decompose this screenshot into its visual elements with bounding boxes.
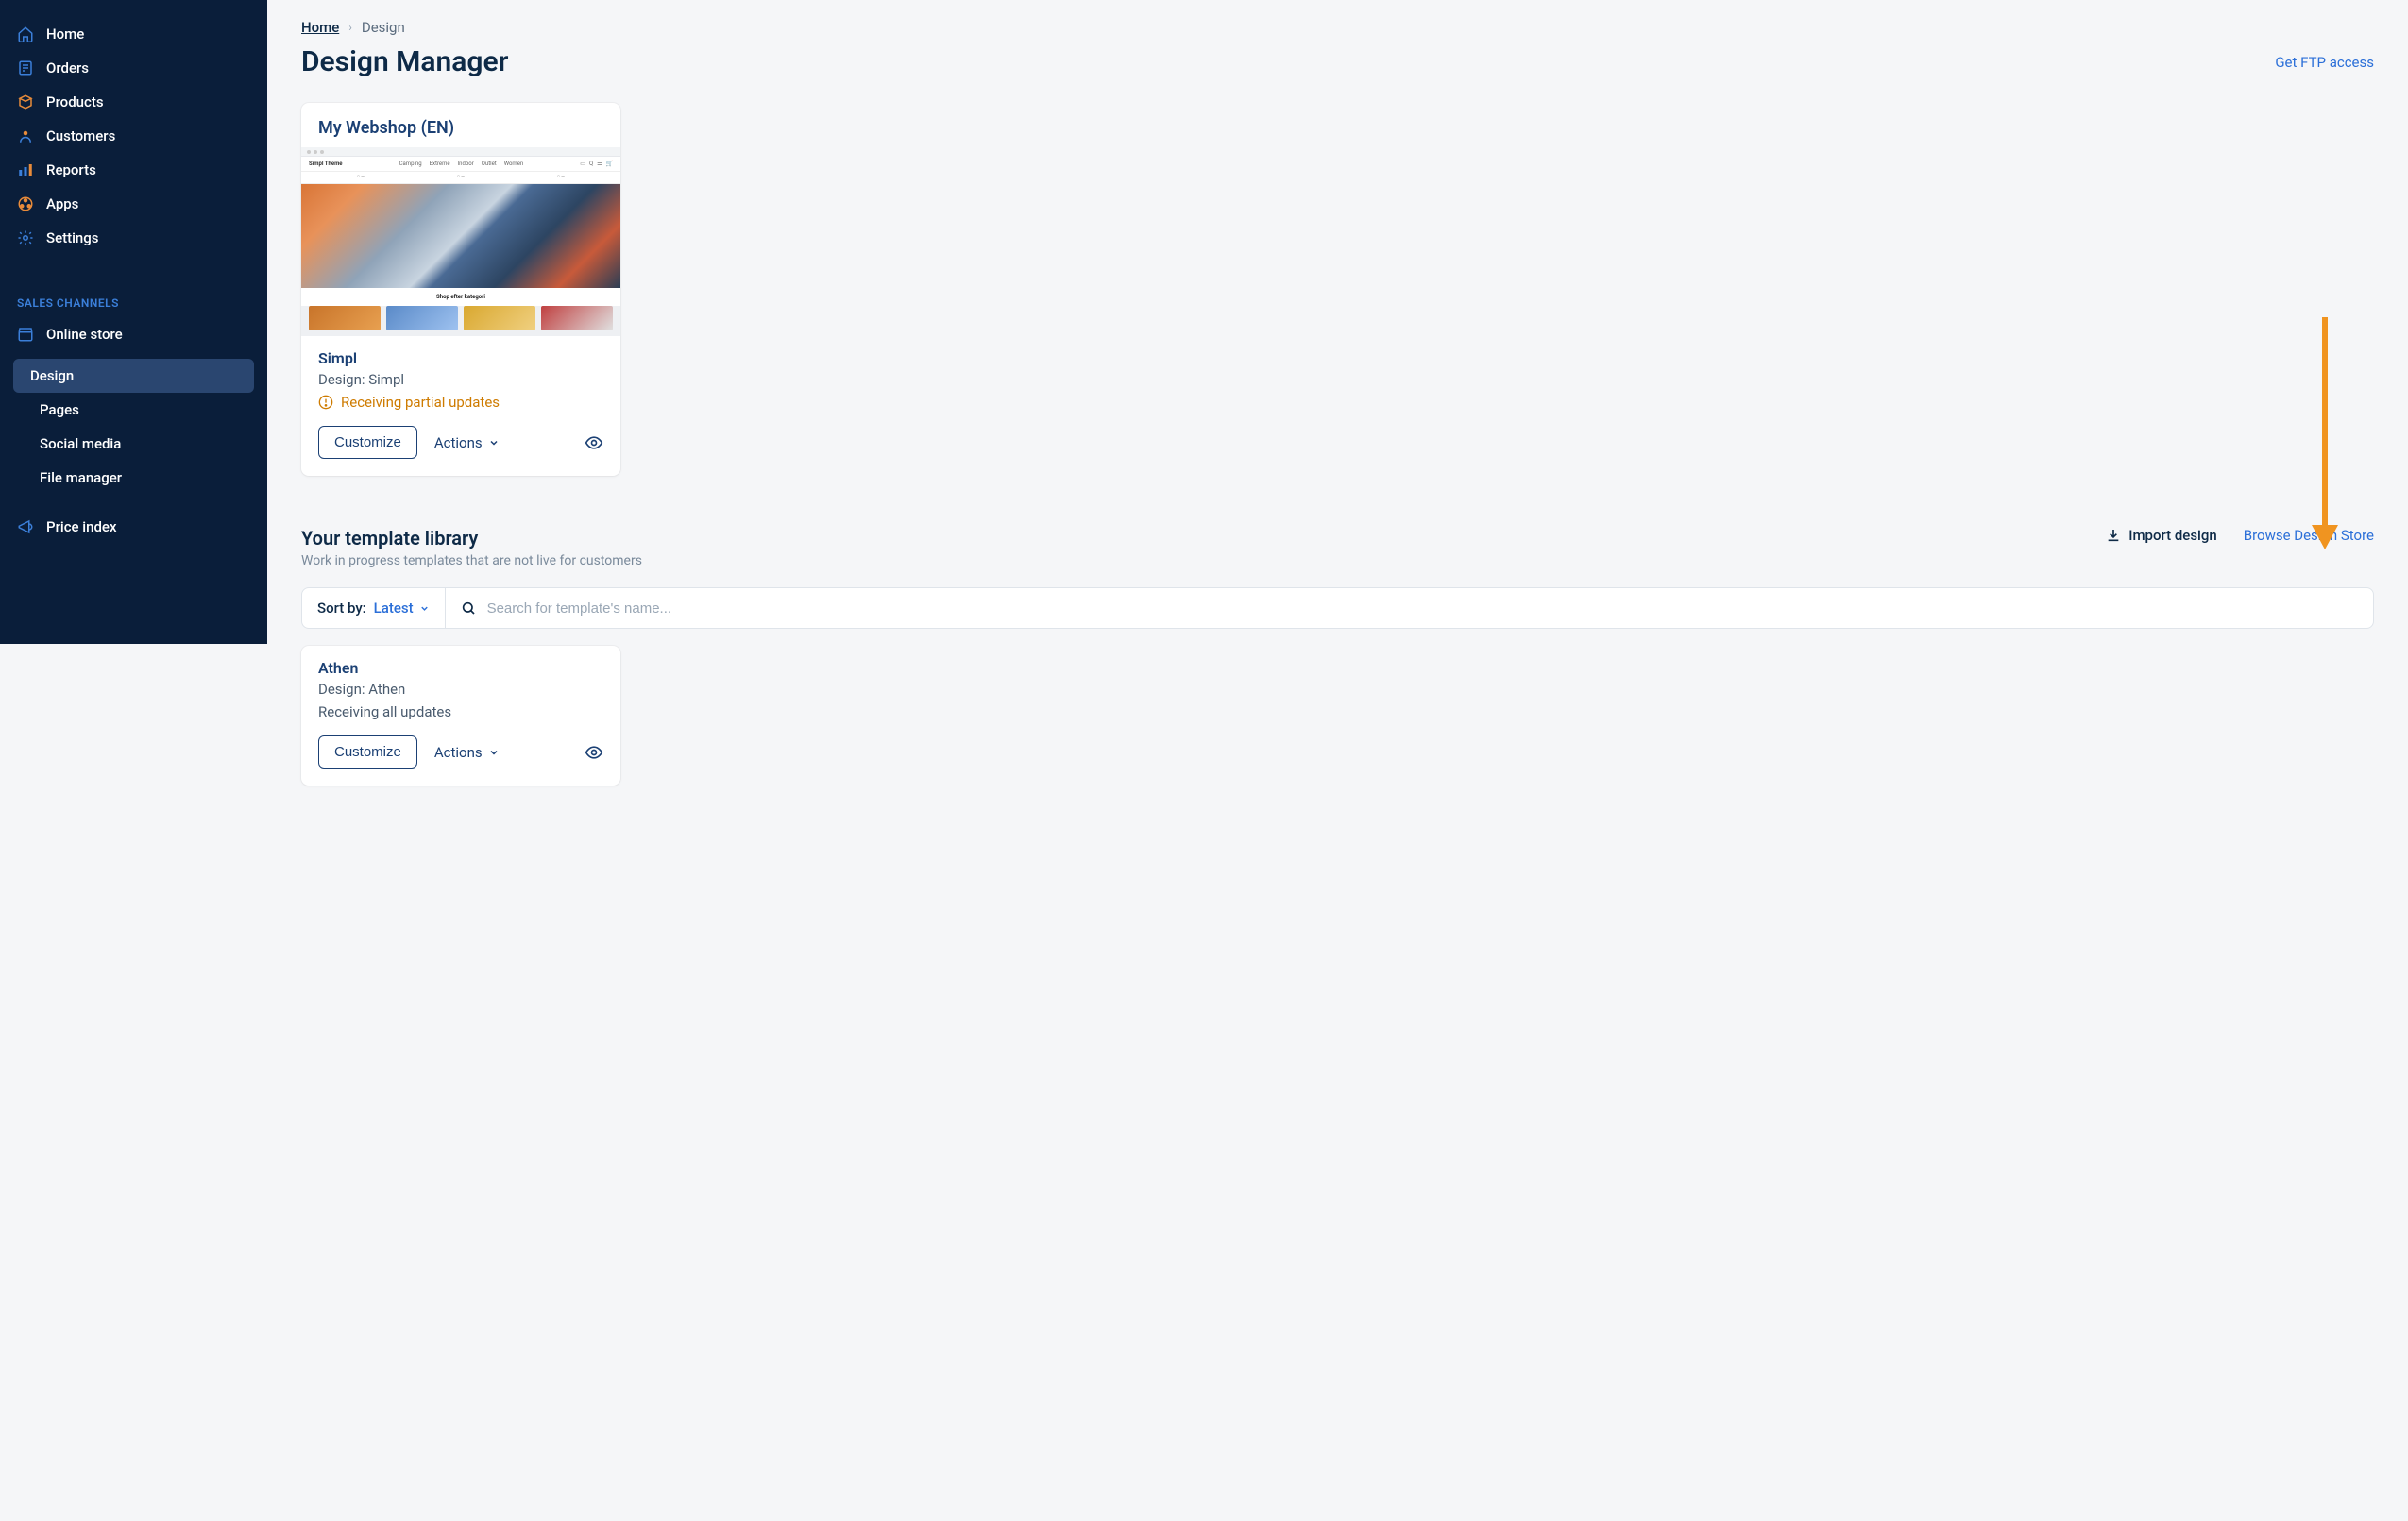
store-icon (17, 326, 34, 343)
breadcrumb-current: Design (362, 19, 405, 36)
sidebar-subitem-file-manager[interactable]: File manager (0, 461, 267, 495)
sidebar-subitem-social-media[interactable]: Social media (0, 427, 267, 461)
sidebar-item-label: Online store (46, 326, 123, 343)
sidebar-item-price-index[interactable]: Price index (0, 510, 267, 544)
filter-bar: Sort by: Latest (301, 587, 2374, 629)
shop-theme-name: Simpl (318, 349, 603, 367)
import-design-button[interactable]: Import design (2106, 527, 2217, 544)
shop-update-status: Receiving partial updates (318, 394, 603, 411)
shop-theme-card: My Webshop (EN) Simpl Theme Camping Extr… (301, 103, 620, 476)
customers-icon (17, 127, 34, 144)
sidebar-item-online-store[interactable]: Online store (0, 317, 267, 351)
sidebar-item-products[interactable]: Products (0, 85, 267, 119)
sidebar-item-orders[interactable]: Orders (0, 51, 267, 85)
orders-icon (17, 59, 34, 76)
products-icon (17, 93, 34, 110)
customize-button[interactable]: Customize (318, 735, 417, 769)
megaphone-icon (17, 518, 34, 535)
shop-design-line: Design: Simpl (318, 371, 603, 388)
sidebar-item-label: Settings (46, 229, 99, 246)
settings-icon (17, 229, 34, 246)
sort-label: Sort by: (317, 600, 366, 617)
chevron-down-icon (488, 747, 500, 758)
chevron-down-icon (419, 603, 430, 614)
template-theme-name: Athen (318, 659, 603, 677)
sidebar-item-label: File manager (40, 469, 122, 486)
sidebar-subitem-pages[interactable]: Pages (0, 393, 267, 427)
template-design-line: Design: Athen (318, 681, 603, 698)
preview-category-label: Shop efter kategori (301, 288, 620, 306)
sidebar-item-label: Reports (46, 161, 96, 178)
reports-icon (17, 161, 34, 178)
sidebar-item-apps[interactable]: Apps (0, 187, 267, 221)
annotation-arrow-icon (2312, 317, 2338, 549)
sidebar-item-label: Customers (46, 127, 115, 144)
sidebar-section-label: SALES CHANNELS (0, 278, 267, 317)
breadcrumb-home[interactable]: Home (301, 19, 339, 36)
warning-icon (318, 395, 333, 410)
sidebar-item-label: Price index (46, 518, 117, 535)
actions-dropdown[interactable]: Actions (434, 744, 500, 761)
preview-eye-icon[interactable] (585, 743, 603, 762)
sidebar: Home Orders Products Customers Reports A… (0, 0, 267, 644)
template-card: Athen Design: Athen Receiving all update… (301, 646, 620, 786)
chevron-right-icon: › (348, 21, 352, 34)
home-icon (17, 25, 34, 42)
search-icon (461, 600, 476, 616)
sidebar-item-home[interactable]: Home (0, 17, 267, 51)
sidebar-item-settings[interactable]: Settings (0, 221, 267, 255)
get-ftp-access-link[interactable]: Get FTP access (2275, 54, 2374, 71)
shop-card-title: My Webshop (EN) (301, 103, 620, 147)
sidebar-item-label: Apps (46, 195, 78, 212)
sidebar-item-label: Products (46, 93, 104, 110)
preview-brand: Simpl Theme (309, 161, 343, 167)
theme-preview-image: Simpl Theme Camping Extreme Indoor Outle… (301, 147, 620, 336)
customize-button[interactable]: Customize (318, 426, 417, 459)
sort-dropdown[interactable]: Latest (374, 600, 430, 617)
library-subtitle: Work in progress templates that are not … (301, 553, 642, 568)
chevron-down-icon (488, 437, 500, 448)
template-search-input[interactable] (487, 600, 2358, 617)
sidebar-item-customers[interactable]: Customers (0, 119, 267, 153)
browse-design-store-link[interactable]: Browse Design Store (2244, 527, 2374, 544)
breadcrumb: Home › Design (301, 19, 2374, 36)
main-content: Home › Design Design Manager Get FTP acc… (267, 0, 2408, 1521)
sidebar-subitem-design[interactable]: Design (13, 359, 254, 393)
actions-dropdown[interactable]: Actions (434, 434, 500, 451)
library-title: Your template library (301, 527, 642, 549)
download-icon (2106, 528, 2121, 543)
sidebar-item-label: Home (46, 25, 84, 42)
sidebar-item-reports[interactable]: Reports (0, 153, 267, 187)
sidebar-item-label: Social media (40, 435, 121, 452)
preview-eye-icon[interactable] (585, 433, 603, 452)
sidebar-item-label: Orders (46, 59, 89, 76)
page-title: Design Manager (301, 45, 508, 78)
template-update-status: Receiving all updates (318, 703, 603, 720)
sidebar-item-label: Pages (40, 401, 79, 418)
apps-icon (17, 195, 34, 212)
sidebar-item-label: Design (30, 367, 74, 384)
